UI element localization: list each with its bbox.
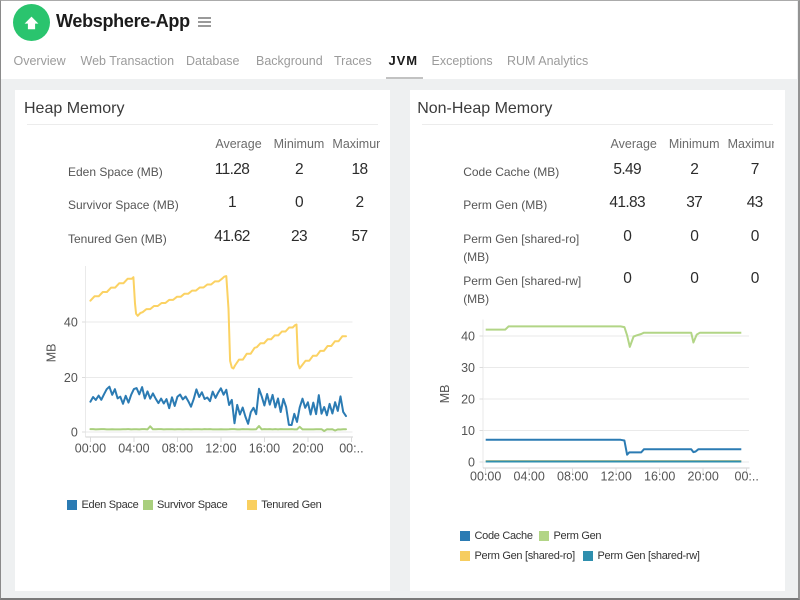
svg-text:12:00: 12:00 — [205, 441, 236, 455]
svg-text:MB: MB — [438, 384, 452, 403]
svg-text:08:00: 08:00 — [161, 441, 192, 455]
svg-text:20: 20 — [461, 392, 475, 406]
svg-text:16:00: 16:00 — [248, 441, 279, 455]
svg-text:40: 40 — [63, 315, 77, 329]
svg-text:00:..: 00:.. — [734, 469, 758, 483]
svg-text:00:00: 00:00 — [74, 441, 105, 455]
svg-text:16:00: 16:00 — [644, 469, 675, 483]
svg-text:30: 30 — [461, 360, 475, 374]
svg-text:04:00: 04:00 — [513, 469, 544, 483]
svg-text:00:00: 00:00 — [470, 469, 501, 483]
svg-text:0: 0 — [468, 455, 475, 469]
svg-text:12:00: 12:00 — [600, 469, 631, 483]
svg-text:0: 0 — [70, 425, 77, 439]
svg-text:00:..: 00:.. — [339, 441, 363, 455]
svg-text:04:00: 04:00 — [118, 441, 149, 455]
svg-text:20:00: 20:00 — [687, 469, 718, 483]
svg-text:20: 20 — [63, 370, 77, 384]
svg-text:20:00: 20:00 — [292, 441, 323, 455]
svg-text:40: 40 — [461, 329, 475, 343]
svg-text:10: 10 — [461, 423, 475, 437]
svg-text:08:00: 08:00 — [557, 469, 588, 483]
svg-text:MB: MB — [44, 343, 58, 362]
